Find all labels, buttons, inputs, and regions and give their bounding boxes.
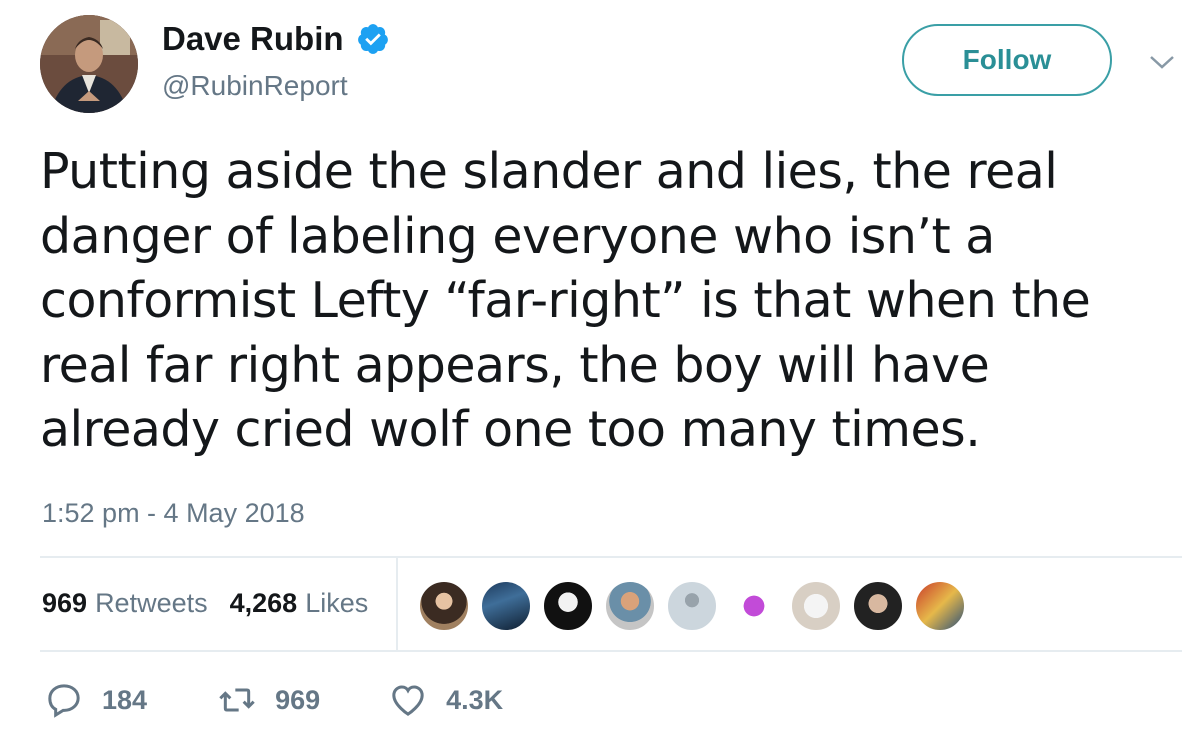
liker-avatar-1[interactable] [418,580,470,632]
verified-badge-icon [357,24,388,54]
retweet-button[interactable]: 969 [217,680,320,720]
like-button[interactable]: 4.3K [388,680,503,720]
liker-avatars [418,580,976,632]
tweet-stats: 969 Retweets 4,268 Likes [42,588,368,619]
follow-button[interactable]: Follow [902,24,1112,96]
retweets-label[interactable]: Retweets [95,588,208,619]
liker-avatar-6[interactable] [728,580,780,632]
chevron-down-icon[interactable] [1148,52,1176,72]
profile-avatar[interactable] [40,15,138,113]
tweet-actions: 184 969 4.3K [44,680,503,720]
retweets-count[interactable]: 969 [42,588,87,619]
reply-icon [48,684,80,718]
liker-avatar-5[interactable] [666,580,718,632]
user-handle[interactable]: @RubinReport [162,70,348,102]
liker-avatar-7[interactable] [790,580,842,632]
liker-avatar-8[interactable] [852,580,904,632]
retweet-icon [219,688,255,712]
divider [40,556,1182,558]
liker-avatar-3[interactable] [542,580,594,632]
display-name[interactable]: Dave Rubin [162,20,344,58]
like-count: 4.3K [446,684,504,715]
tweet-timestamp[interactable]: 1:52 pm - 4 May 2018 [42,498,305,529]
liker-avatar-2[interactable] [480,580,532,632]
liker-avatar-9[interactable] [914,580,966,632]
stats-separator [396,558,398,650]
divider [40,650,1182,652]
likes-count[interactable]: 4,268 [230,588,298,619]
heart-icon [392,685,424,716]
tweet-text: Putting aside the slander and lies, the … [40,143,1091,458]
liker-avatar-4[interactable] [604,580,656,632]
reply-button[interactable]: 184 [44,680,147,720]
likes-label[interactable]: Likes [305,588,368,619]
reply-count: 184 [102,684,148,715]
retweet-count: 969 [275,684,321,715]
